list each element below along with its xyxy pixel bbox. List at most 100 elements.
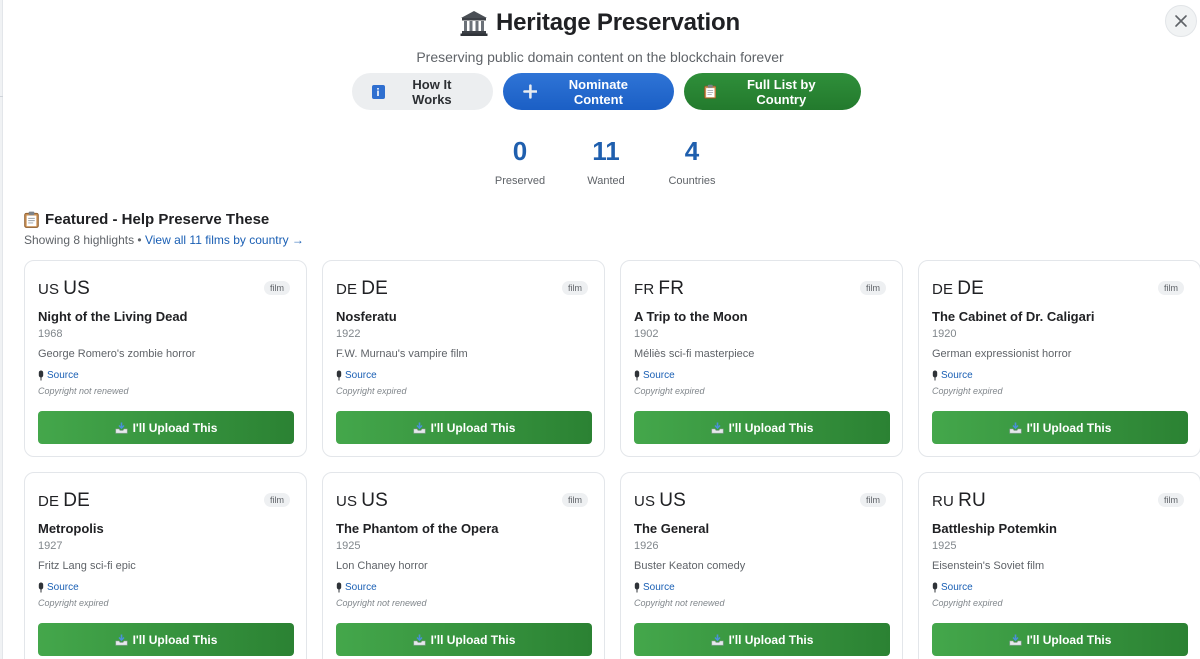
upload-button[interactable]: I'll Upload This bbox=[932, 623, 1188, 656]
content-type-badge: film bbox=[1158, 281, 1184, 295]
content-type-badge: film bbox=[264, 493, 290, 507]
stat-label: Wanted bbox=[587, 175, 625, 187]
card-country: DE DE bbox=[932, 278, 984, 300]
source-link-label: Source bbox=[47, 370, 79, 381]
card-year: 1922 bbox=[336, 328, 361, 340]
card-country: RU RU bbox=[932, 490, 986, 512]
country-code: US bbox=[634, 493, 656, 510]
card-country: DE DE bbox=[38, 490, 90, 512]
content-type-badge: film bbox=[264, 281, 290, 295]
card-country: US US bbox=[634, 490, 686, 512]
upload-button-label: I'll Upload This bbox=[1026, 632, 1112, 647]
content-card: FR FR film A Trip to the Moon 1902 Méliès… bbox=[620, 260, 903, 457]
content-card: DE DE film Metropolis 1927 Fritz Lang sci… bbox=[24, 472, 307, 659]
card-title: The General bbox=[634, 521, 710, 536]
copyright-status: Copyright expired bbox=[932, 386, 1003, 396]
source-link[interactable]: Source bbox=[634, 582, 675, 593]
country-code: RU bbox=[932, 493, 955, 510]
card-description: Lon Chaney horror bbox=[336, 560, 428, 572]
clipboard-icon bbox=[24, 211, 39, 228]
card-description: Buster Keaton comedy bbox=[634, 560, 746, 572]
card-year: 1926 bbox=[634, 540, 659, 552]
upload-button-label: I'll Upload This bbox=[132, 420, 218, 435]
source-link-label: Source bbox=[643, 370, 675, 381]
nominate-content-button[interactable]: Nominate Content bbox=[502, 73, 674, 110]
source-link-label: Source bbox=[643, 582, 675, 593]
content-type-badge: film bbox=[860, 281, 886, 295]
source-link[interactable]: Source bbox=[932, 582, 973, 593]
featured-section-header: Featured - Help Preserve These Showing 8… bbox=[24, 209, 304, 248]
full-list-by-country-button[interactable]: Full List by Country bbox=[683, 73, 861, 110]
upload-button[interactable]: I'll Upload This bbox=[336, 623, 592, 656]
content-type-badge: film bbox=[860, 493, 886, 507]
upload-button[interactable]: I'll Upload This bbox=[38, 411, 294, 444]
card-description: Méliès sci-fi masterpiece bbox=[634, 348, 755, 360]
upload-button-label: I'll Upload This bbox=[728, 420, 814, 435]
country-code: FR bbox=[634, 281, 655, 298]
inbox-tray-icon bbox=[1009, 634, 1022, 645]
source-link[interactable]: Source bbox=[634, 370, 675, 381]
microphone-icon bbox=[38, 582, 44, 593]
microphone-icon bbox=[932, 370, 938, 381]
page-subtitle: Preserving public domain content on the … bbox=[416, 49, 784, 65]
inbox-tray-icon bbox=[1009, 422, 1022, 433]
content-card: US US film Night of the Living Dead 1968 … bbox=[24, 260, 307, 457]
card-year: 1902 bbox=[634, 328, 659, 340]
how-it-works-button[interactable]: How It Works bbox=[351, 73, 493, 110]
upload-button[interactable]: I'll Upload This bbox=[634, 623, 890, 656]
card-country: US US bbox=[336, 490, 388, 512]
upload-button-label: I'll Upload This bbox=[1026, 420, 1112, 435]
source-link-label: Source bbox=[47, 582, 79, 593]
card-year: 1925 bbox=[336, 540, 361, 552]
upload-button-label: I'll Upload This bbox=[132, 632, 218, 647]
inbox-tray-icon bbox=[413, 634, 426, 645]
country-code: DE bbox=[38, 493, 60, 510]
source-link-label: Source bbox=[941, 582, 973, 593]
source-link[interactable]: Source bbox=[932, 370, 973, 381]
source-link[interactable]: Source bbox=[38, 582, 79, 593]
inbox-tray-icon bbox=[115, 634, 128, 645]
content-type-badge: film bbox=[1158, 493, 1184, 507]
content-type-badge: film bbox=[562, 281, 588, 295]
featured-title: Featured - Help Preserve These bbox=[24, 209, 304, 229]
card-title: Metropolis bbox=[38, 521, 104, 536]
card-title: Battleship Potemkin bbox=[932, 521, 1057, 536]
stat-value: 11 bbox=[592, 136, 620, 166]
inbox-tray-icon bbox=[711, 634, 724, 645]
country-name: US bbox=[361, 490, 389, 511]
source-link[interactable]: Source bbox=[38, 370, 79, 381]
view-all-link[interactable]: View all 11 films by country → bbox=[145, 233, 304, 247]
copyright-status: Copyright expired bbox=[634, 386, 705, 396]
inbox-tray-icon bbox=[711, 422, 724, 433]
source-link[interactable]: Source bbox=[336, 370, 377, 381]
card-description: F.W. Murnau's vampire film bbox=[336, 348, 468, 360]
inbox-tray-icon bbox=[115, 422, 128, 433]
upload-button[interactable]: I'll Upload This bbox=[38, 623, 294, 656]
card-year: 1925 bbox=[932, 540, 957, 552]
stat-wanted: 11 Wanted bbox=[580, 136, 632, 187]
country-code: DE bbox=[932, 281, 954, 298]
page-title: Heritage Preservation bbox=[496, 9, 740, 36]
stat-value: 4 bbox=[684, 136, 700, 166]
clipboard-icon bbox=[703, 84, 717, 99]
copyright-status: Copyright not renewed bbox=[336, 598, 427, 608]
source-link[interactable]: Source bbox=[336, 582, 377, 593]
upload-button[interactable]: I'll Upload This bbox=[634, 411, 890, 444]
upload-button[interactable]: I'll Upload This bbox=[336, 411, 592, 444]
card-year: 1927 bbox=[38, 540, 63, 552]
microphone-icon bbox=[932, 582, 938, 593]
content-card: US US film The Phantom of the Opera 1925 … bbox=[322, 472, 605, 659]
featured-subtitle: Showing 8 highlights • View all 11 films… bbox=[24, 233, 304, 247]
upload-button-label: I'll Upload This bbox=[728, 632, 814, 647]
country-name: US bbox=[63, 278, 91, 299]
source-link-label: Source bbox=[345, 582, 377, 593]
card-country: US US bbox=[38, 278, 90, 300]
card-description: George Romero's zombie horror bbox=[38, 348, 196, 360]
country-name: DE bbox=[957, 278, 985, 299]
card-title: Nosferatu bbox=[336, 309, 397, 324]
country-name: DE bbox=[63, 490, 91, 511]
info-icon bbox=[371, 84, 386, 99]
stat-countries: 4 Countries bbox=[666, 136, 718, 187]
upload-button[interactable]: I'll Upload This bbox=[932, 411, 1188, 444]
country-name: DE bbox=[361, 278, 389, 299]
